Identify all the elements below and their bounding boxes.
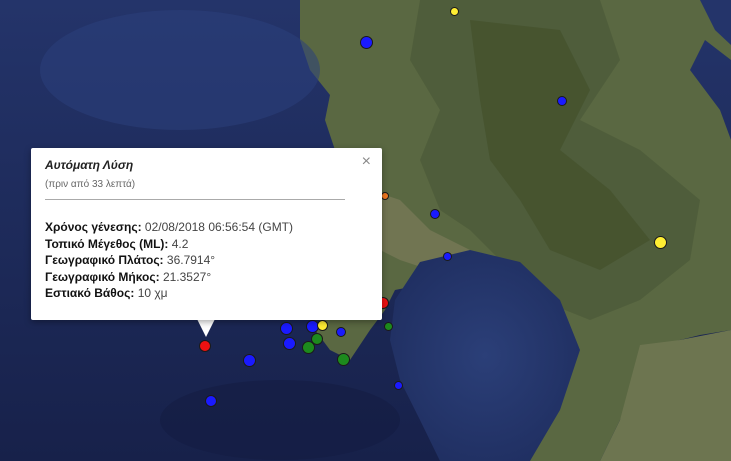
earthquake-marker[interactable] (242, 353, 256, 367)
popup-title: Αυτόματη Λύση (45, 158, 134, 172)
earthquake-marker[interactable] (316, 319, 328, 331)
earthquake-marker[interactable] (359, 35, 373, 49)
earthquake-marker[interactable] (282, 336, 296, 350)
earthquake-marker[interactable] (381, 192, 389, 200)
seafloor-shade (40, 10, 320, 130)
earthquake-marker[interactable] (199, 340, 211, 352)
seafloor-shade-2 (160, 380, 400, 460)
row-longitude: Γεωγραφικό Μήκος: 21.3527° (45, 269, 212, 284)
earthquake-marker[interactable] (442, 251, 452, 261)
popup-separator (45, 199, 345, 200)
row-latitude: Γεωγραφικό Πλάτος: 36.7914° (45, 253, 216, 267)
row-magnitude: Τοπικό Μέγεθος (ML): 4.2 (45, 236, 189, 251)
earthquake-marker[interactable] (430, 209, 440, 219)
row-origin-time: Χρόνος γένεσης: 02/08/2018 06:56:54 (GMT… (45, 220, 294, 234)
earthquake-marker[interactable] (336, 327, 346, 337)
earthquake-marker[interactable] (301, 340, 315, 354)
earthquake-marker[interactable] (383, 321, 393, 331)
popup-tail (197, 319, 215, 337)
info-popup: × Αυτόματη Λύση (πριν από 33 λεπτά) Χρόν… (31, 148, 382, 320)
row-depth: Εστιακό Βάθος: 10 χμ (45, 286, 168, 300)
earthquake-marker[interactable] (336, 352, 350, 366)
earthquake-marker[interactable] (393, 380, 403, 390)
close-icon[interactable]: × (362, 154, 371, 170)
earthquake-marker[interactable] (279, 321, 293, 335)
earthquake-marker[interactable] (205, 395, 217, 407)
earthquake-marker[interactable] (653, 235, 667, 249)
popup-subtitle: (πριν από 33 λεπτά) (45, 179, 136, 190)
earthquake-marker[interactable] (557, 96, 567, 106)
earthquake-marker[interactable] (449, 6, 459, 16)
